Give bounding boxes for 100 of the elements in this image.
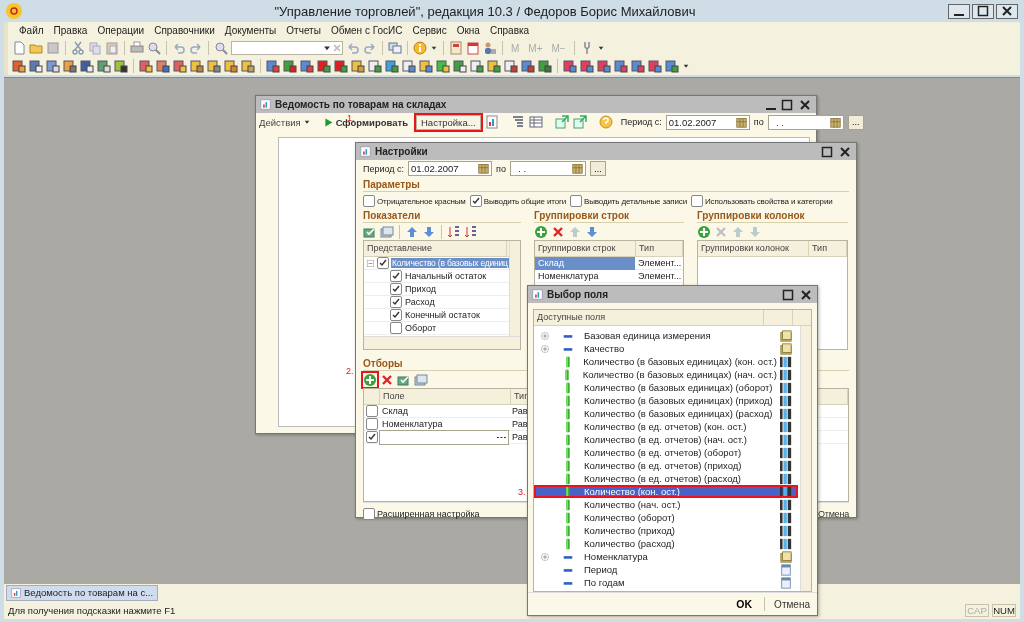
scrollbar[interactable] xyxy=(509,241,520,337)
checkbox[interactable] xyxy=(390,322,402,334)
list-item[interactable]: Количество (нач. ост.) xyxy=(534,498,798,511)
date-field[interactable]: 01.02.2007 xyxy=(665,114,750,130)
document-icon[interactable] xyxy=(173,59,187,73)
calendar-icon[interactable] xyxy=(466,41,480,55)
document-icon[interactable] xyxy=(63,59,77,73)
document-icon[interactable] xyxy=(266,59,280,73)
checkbox[interactable] xyxy=(390,270,402,282)
document-icon[interactable] xyxy=(241,59,255,73)
checkbox[interactable] xyxy=(365,431,378,443)
menu-item[interactable]: Окна xyxy=(451,25,485,36)
scrollbar[interactable] xyxy=(364,336,520,349)
move-down-icon[interactable] xyxy=(422,224,436,239)
menu-item[interactable]: Обмен с ГосИС xyxy=(325,25,408,36)
document-icon[interactable] xyxy=(156,59,170,73)
menu-item[interactable]: Справка xyxy=(484,25,535,36)
scrollbar[interactable] xyxy=(800,326,811,592)
menu-item[interactable]: Документы xyxy=(219,25,282,36)
checkbox[interactable] xyxy=(691,195,703,207)
tree-item[interactable]: Приход xyxy=(402,284,439,294)
ok-button[interactable]: OK xyxy=(730,597,759,612)
add-icon[interactable] xyxy=(697,224,711,239)
search-combo-field[interactable] xyxy=(231,41,343,55)
maximize-button[interactable] xyxy=(972,3,994,19)
list-item[interactable]: Количество (в базовых единицах) (приход) xyxy=(534,394,798,407)
uncheck-all-icon[interactable] xyxy=(380,224,394,239)
tree-item[interactable]: Конечный остаток xyxy=(402,310,483,320)
list-item[interactable]: Количество (оборот) xyxy=(534,511,798,524)
add-button[interactable] xyxy=(363,372,377,387)
document-icon[interactable] xyxy=(300,59,314,73)
document-icon[interactable] xyxy=(334,59,348,73)
date-field[interactable]: 01.02.2007 xyxy=(408,161,493,176)
document-icon[interactable] xyxy=(114,59,128,73)
checkbox[interactable] xyxy=(390,309,402,321)
taskbar-item[interactable]: Ведомость по товарам на с... xyxy=(6,584,159,601)
checkbox[interactable] xyxy=(469,195,482,207)
document-icon[interactable] xyxy=(317,59,331,73)
list-item[interactable]: Количество (приход) xyxy=(534,524,798,537)
list-item[interactable]: Количество (в ед. отчетов) (нач. ост.) xyxy=(534,433,798,446)
document-icon[interactable] xyxy=(436,59,450,73)
windows-icon[interactable] xyxy=(388,41,402,55)
document-icon[interactable] xyxy=(207,59,221,73)
move-up-icon[interactable] xyxy=(405,224,419,239)
checkbox[interactable] xyxy=(365,418,378,430)
uncheck-all-icon[interactable] xyxy=(414,372,428,387)
document-icon[interactable] xyxy=(521,59,535,73)
document-icon[interactable] xyxy=(139,59,153,73)
checkbox[interactable] xyxy=(390,283,402,295)
document-icon[interactable] xyxy=(80,59,94,73)
list-item[interactable]: Количество (кон. ост.) xyxy=(534,485,798,498)
document-icon[interactable] xyxy=(453,59,467,73)
document-icon[interactable] xyxy=(648,59,662,73)
move-down-icon[interactable] xyxy=(585,224,599,239)
close-button[interactable] xyxy=(996,3,1018,19)
document-icon[interactable] xyxy=(29,59,43,73)
tree-item[interactable]: Расход xyxy=(402,297,438,307)
list-item[interactable]: По годам xyxy=(534,576,798,589)
list-item[interactable]: Количество (в базовых единицах) (кон. ост.) xyxy=(534,355,798,368)
document-icon[interactable] xyxy=(12,59,26,73)
export-icon[interactable] xyxy=(554,115,569,129)
menu-item[interactable]: Справочники xyxy=(149,25,220,36)
close-button[interactable] xyxy=(799,287,813,302)
menu-item[interactable]: Операции xyxy=(92,25,150,36)
list-item[interactable]: Количество (расход) xyxy=(534,537,798,550)
cancel-button[interactable]: Отмена xyxy=(817,509,849,519)
menu-item[interactable]: Сервис xyxy=(407,25,452,36)
document-icon[interactable] xyxy=(402,59,416,73)
info-icon[interactable] xyxy=(413,41,427,55)
list-item[interactable]: Базовая единица измерения xyxy=(534,329,798,342)
document-icon[interactable] xyxy=(504,59,518,73)
date-field[interactable]: . . xyxy=(509,161,586,176)
document-icon[interactable] xyxy=(351,59,365,73)
document-icon[interactable] xyxy=(538,59,552,73)
sort-descending-icon[interactable] xyxy=(464,224,478,239)
table-cell[interactable]: Номенклатура xyxy=(535,269,635,283)
collapse-icon[interactable] xyxy=(366,258,375,268)
cancel-button[interactable]: Отмена xyxy=(771,598,813,610)
report-icon[interactable] xyxy=(484,115,499,129)
checkbox[interactable] xyxy=(570,195,583,207)
document-icon[interactable] xyxy=(470,59,484,73)
list-item[interactable]: Количество (в базовых единицах) (расход) xyxy=(534,407,798,420)
document-icon[interactable] xyxy=(224,59,238,73)
list-item[interactable]: Количество (в ед. отчетов) (расход) xyxy=(534,472,798,485)
document-icon[interactable] xyxy=(97,59,111,73)
tree-item[interactable]: Начальный остаток xyxy=(402,271,490,281)
maximize-button[interactable] xyxy=(820,144,834,159)
minimize-button[interactable] xyxy=(948,3,970,19)
document-icon[interactable] xyxy=(368,59,382,73)
list-item[interactable]: Качество xyxy=(534,342,798,355)
actions-menu[interactable]: Действия xyxy=(259,116,311,128)
maximize-button[interactable] xyxy=(781,287,795,302)
document-icon[interactable] xyxy=(385,59,399,73)
search-icon[interactable] xyxy=(147,41,161,55)
tree-icon[interactable] xyxy=(510,115,525,129)
sort-ascending-icon[interactable] xyxy=(447,224,461,239)
users-icon[interactable] xyxy=(483,41,497,55)
close-button[interactable] xyxy=(838,144,852,159)
checkbox[interactable] xyxy=(377,257,389,269)
checkbox[interactable] xyxy=(365,405,378,417)
